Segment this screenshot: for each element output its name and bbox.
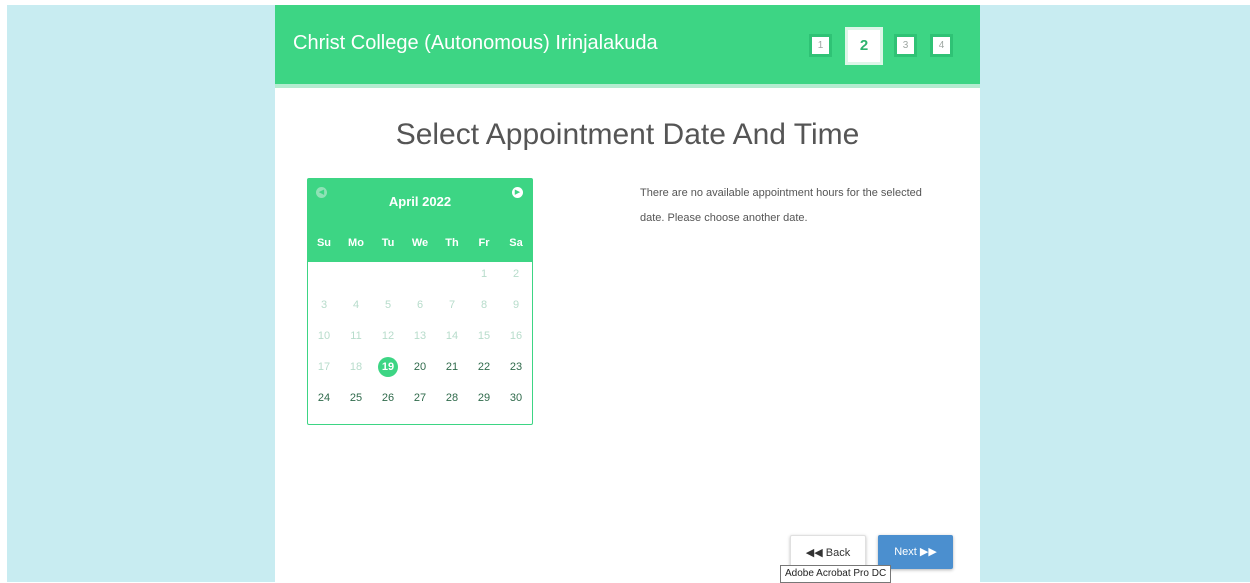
calendar-day: 9 [500, 295, 532, 315]
calendar-day-number: 16 [509, 330, 523, 342]
calendar-day-number: 9 [512, 299, 520, 311]
no-slots-message: There are no available appointment hours… [640, 187, 922, 224]
calendar-day: 5 [372, 295, 404, 315]
calendar-day[interactable]: 29 [468, 388, 500, 408]
calendar-day: 18 [340, 357, 372, 377]
calendar-day-number: 29 [477, 392, 491, 404]
weekday-label: We [411, 237, 429, 249]
next-button-label: Next [894, 546, 917, 558]
calendar-day: 13 [404, 326, 436, 346]
calendar-day-number: 20 [413, 361, 427, 373]
calendar-day[interactable]: 25 [340, 388, 372, 408]
calendar-day: 3 [308, 295, 340, 315]
calendar-day-number: 3 [320, 299, 328, 311]
calendar-day: 12 [372, 326, 404, 346]
calendar-day-number: 25 [349, 392, 363, 404]
calendar-header: ◀ April 2022 ▶ Su Mo Tu We Th Fr Sa [308, 179, 532, 262]
calendar-day-number: 7 [448, 299, 456, 311]
calendar-day[interactable]: 23 [500, 357, 532, 377]
calendar-day[interactable]: 24 [308, 388, 340, 408]
calendar-day: 8 [468, 295, 500, 315]
calendar-day-number: 8 [480, 299, 488, 311]
next-button[interactable]: Next ▶▶ [878, 535, 953, 569]
tooltip: Adobe Acrobat Pro DC [780, 565, 892, 583]
calendar-day-number: 15 [477, 330, 491, 342]
calendar-day: 15 [468, 326, 500, 346]
calendar-day[interactable]: 21 [436, 357, 468, 377]
calendar-day-number: 12 [381, 330, 395, 342]
double-chevron-right-icon: ▶▶ [919, 546, 937, 558]
calendar-day[interactable]: 30 [500, 388, 532, 408]
chevron-right-circle-icon[interactable]: ▶ [512, 187, 523, 198]
back-button-label: Back [825, 547, 851, 559]
double-chevron-left-icon: ◀◀ [805, 547, 823, 559]
calendar-day-number: 14 [445, 330, 459, 342]
calendar-day[interactable]: 26 [372, 388, 404, 408]
calendar-day[interactable]: 28 [436, 388, 468, 408]
calendar-day-number: 23 [509, 361, 523, 373]
weekday-label: Sa [509, 237, 523, 249]
calendar-day-number: 26 [381, 392, 395, 404]
calendar-day[interactable]: 27 [404, 388, 436, 408]
calendar-day: 1 [468, 264, 500, 284]
calendar-day-number: 27 [413, 392, 427, 404]
calendar-day-number: 4 [352, 299, 360, 311]
calendar-day: 17 [308, 357, 340, 377]
calendar-day: 14 [436, 326, 468, 346]
date-picker: ◀ April 2022 ▶ Su Mo Tu We Th Fr Sa 1234567891… [307, 178, 533, 425]
calendar-day-number: 6 [416, 299, 424, 311]
booking-panel: Christ College (Autonomous) Irinjalakuda… [275, 5, 980, 582]
calendar-day-number: 13 [413, 330, 427, 342]
step-1[interactable]: 1 [809, 34, 832, 57]
weekday-label: Th [445, 237, 459, 249]
calendar-day-selected[interactable]: 19 [372, 357, 404, 377]
weekday-label: Fr [478, 237, 490, 249]
calendar-day-number: 1 [480, 268, 488, 280]
calendar-day-number: 2 [512, 268, 520, 280]
weekday-row: Su Mo Tu We Th Fr Sa [308, 237, 532, 251]
weekday-label: Su [316, 237, 332, 249]
header-bar: Christ College (Autonomous) Irinjalakuda… [275, 5, 980, 88]
weekday-label: Mo [348, 237, 364, 249]
calendar-day-number: 28 [445, 392, 459, 404]
step-4[interactable]: 4 [930, 34, 953, 57]
step-2-active[interactable]: 2 [845, 27, 883, 65]
calendar-month-label: April 2022 [388, 194, 452, 209]
calendar-day: 6 [404, 295, 436, 315]
calendar-day: 7 [436, 295, 468, 315]
calendar-day-number: 22 [477, 361, 491, 373]
step-3[interactable]: 3 [894, 34, 917, 57]
calendar-day: 16 [500, 326, 532, 346]
calendar-day-number: 18 [349, 361, 363, 373]
calendar-day-number: 19 [378, 357, 398, 377]
calendar-day: 10 [308, 326, 340, 346]
calendar-day[interactable]: 22 [468, 357, 500, 377]
calendar-day-number: 11 [350, 330, 362, 342]
back-button[interactable]: ◀◀ Back [790, 535, 866, 569]
calendar-day-number: 17 [317, 361, 331, 373]
calendar-day: 11 [340, 326, 372, 346]
weekday-label: Tu [381, 237, 395, 249]
calendar-day-number: 30 [509, 392, 523, 404]
calendar-day-number: 24 [317, 392, 331, 404]
calendar-day: 2 [500, 264, 532, 284]
calendar-day[interactable]: 20 [404, 357, 436, 377]
page-title: Select Appointment Date And Time [395, 118, 860, 151]
brand-title: Christ College (Autonomous) Irinjalakuda [293, 32, 658, 54]
calendar-day-number: 21 [445, 361, 459, 373]
calendar-day: 4 [340, 295, 372, 315]
calendar-day-number: 10 [317, 330, 331, 342]
calendar-day-number: 5 [384, 299, 392, 311]
